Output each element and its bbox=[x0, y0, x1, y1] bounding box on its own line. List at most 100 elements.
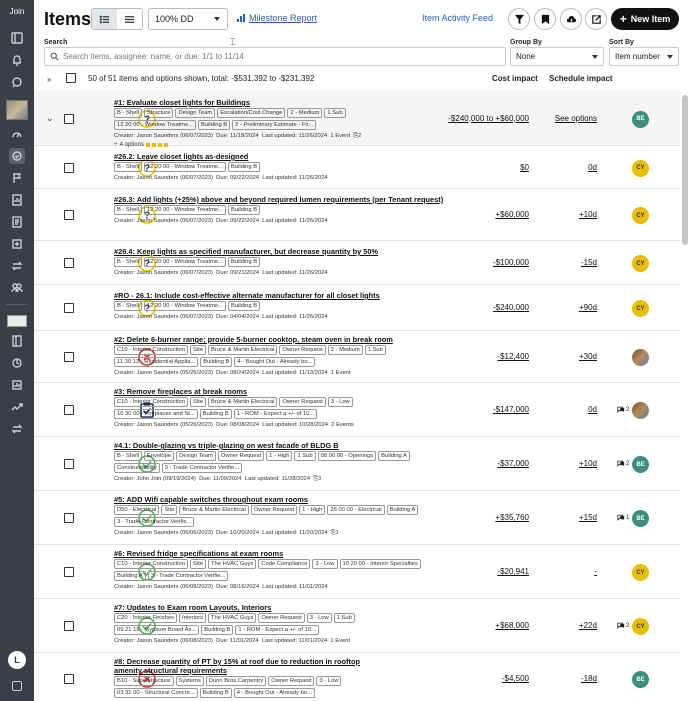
help-icon[interactable] bbox=[12, 681, 22, 691]
item-row[interactable]: #7: Updates to Exam room Layouts, Interi… bbox=[34, 599, 680, 653]
item-tag[interactable]: Building B bbox=[201, 625, 234, 635]
item-tag[interactable]: 1 Sub bbox=[294, 451, 316, 461]
item-tag[interactable]: Building A bbox=[114, 571, 146, 581]
item-tag[interactable]: Interiors bbox=[179, 613, 206, 623]
cost-impact-value[interactable]: -$12,400 bbox=[497, 352, 529, 361]
documents-icon[interactable] bbox=[9, 214, 25, 230]
item-title-link[interactable]: #7: Updates to Exam room Layouts, Interi… bbox=[114, 603, 271, 612]
transfer-icon[interactable] bbox=[9, 258, 25, 274]
item-tag[interactable]: B - Shell bbox=[114, 162, 142, 172]
item-tag[interactable]: B10 - Superstructure bbox=[114, 676, 174, 686]
item-tag[interactable]: Building B bbox=[200, 357, 233, 367]
schedule-impact-value[interactable]: 0d bbox=[588, 163, 597, 172]
cost-impact-value[interactable]: -$20,941 bbox=[497, 567, 529, 576]
item-tag[interactable]: C10 - Interior Construction bbox=[114, 397, 188, 407]
cost-impact-value[interactable]: -$37,000 bbox=[497, 459, 529, 468]
schedule-impact-value[interactable]: +22d bbox=[579, 621, 597, 630]
cost-impact-value[interactable]: -$147,000 bbox=[493, 405, 529, 414]
item-tag[interactable]: 12 20 00 - Window Treatme... bbox=[143, 162, 226, 172]
item-tag[interactable]: 3 - Low bbox=[312, 559, 338, 569]
comments-indicator[interactable]: 1 bbox=[617, 514, 629, 521]
item-title-link[interactable]: #26.4: Keep lights as specified manufact… bbox=[114, 247, 378, 256]
item-attachments-count[interactable]: 2 bbox=[358, 133, 361, 139]
row-checkbox[interactable] bbox=[64, 352, 74, 362]
assignee-avatar[interactable]: CY bbox=[632, 618, 649, 635]
incorporated-status-icon[interactable] bbox=[86, 401, 154, 419]
item-title-link[interactable]: #4.1: Double-glazing vs triple-glazing o… bbox=[114, 441, 339, 450]
list-scrollbar[interactable] bbox=[682, 95, 688, 245]
item-tag[interactable]: 1 - High bbox=[299, 505, 326, 515]
assignee-avatar[interactable]: BE bbox=[632, 510, 649, 527]
trend-icon[interactable] bbox=[9, 399, 25, 415]
item-title-link[interactable]: #RO - 26.1: Include cost-effective alter… bbox=[114, 291, 380, 300]
item-tag[interactable]: Building A bbox=[378, 451, 410, 461]
row-checkbox[interactable] bbox=[64, 405, 74, 415]
item-tag[interactable]: B - Shell bbox=[114, 257, 142, 267]
item-tag[interactable]: Bruce & Martin Electrical bbox=[207, 397, 278, 407]
assignee-avatar[interactable] bbox=[632, 349, 649, 366]
item-tag[interactable]: Building A bbox=[386, 505, 419, 515]
list-view-icon[interactable] bbox=[92, 9, 117, 29]
row-checkbox[interactable] bbox=[64, 674, 74, 684]
filter-button[interactable] bbox=[508, 8, 530, 30]
comments-indicator[interactable]: 2 bbox=[617, 622, 629, 629]
assignee-avatar[interactable]: CY bbox=[632, 564, 649, 581]
reports-icon[interactable] bbox=[9, 192, 25, 208]
schedule-impact-value[interactable]: See options bbox=[555, 114, 597, 123]
item-tag[interactable]: B - Shell bbox=[114, 205, 142, 215]
search-input[interactable]: Search items, assignee: name, or due: 1/… bbox=[44, 47, 506, 66]
cost-impact-value[interactable]: -$4,500 bbox=[502, 674, 529, 683]
cost-impact-value[interactable]: $0 bbox=[520, 163, 529, 172]
item-tag[interactable]: 1 Sub bbox=[364, 345, 386, 355]
item-row[interactable]: #6: Revised fridge specifications at exa… bbox=[34, 545, 680, 599]
schedule-impact-value[interactable]: - bbox=[594, 567, 597, 576]
item-tag[interactable]: Owner Request bbox=[279, 397, 326, 407]
row-checkbox[interactable] bbox=[64, 621, 74, 631]
assignee-avatar[interactable]: CY bbox=[632, 300, 649, 317]
item-tag[interactable]: 1 - ROM - Expect a +/- of 10... bbox=[233, 409, 318, 419]
item-tag[interactable]: Site bbox=[161, 505, 178, 515]
item-title-link[interactable]: #1: Evaluate closet lights for Buildings bbox=[114, 98, 250, 107]
item-tag[interactable]: Bruce & Martin Electrical bbox=[207, 345, 278, 355]
item-tag[interactable]: C10 - Interior Construction bbox=[114, 345, 188, 355]
schedule-impact-value[interactable]: +30d bbox=[579, 352, 597, 361]
item-tag[interactable]: 1 - High bbox=[266, 451, 293, 461]
cost-impact-value[interactable]: +$60,000 bbox=[495, 210, 529, 219]
item-row[interactable]: #5: ADD Wifi capable switches throughout… bbox=[34, 491, 680, 545]
cost-impact-value[interactable]: -$240,000 bbox=[493, 303, 529, 312]
rejected-status-icon[interactable] bbox=[86, 670, 156, 688]
team-icon[interactable] bbox=[9, 280, 25, 296]
item-tag[interactable]: 3 - Low bbox=[316, 676, 342, 686]
pending-status-icon[interactable]: ? bbox=[86, 254, 156, 272]
item-title-link[interactable]: #26.3: Add lights (+25%) above and beyon… bbox=[114, 195, 443, 204]
item-tag[interactable]: 10 20 00 - Interior Specialties bbox=[339, 559, 421, 569]
item-tag[interactable]: Building B bbox=[227, 301, 261, 311]
insights-icon[interactable] bbox=[9, 377, 25, 393]
pending-status-icon[interactable]: ? bbox=[86, 109, 156, 128]
row-checkbox[interactable] bbox=[64, 258, 74, 268]
project-thumbnail[interactable] bbox=[6, 100, 28, 120]
item-row[interactable]: ? #26.2: Leave closet lights as-designed B… bbox=[34, 146, 680, 189]
item-tag[interactable]: 1 - ROM - Expect a +/- of 10... bbox=[235, 625, 319, 635]
group-by-select[interactable]: None bbox=[510, 47, 604, 66]
dashboard-icon[interactable] bbox=[9, 126, 25, 142]
item-tag[interactable]: 3 - Low bbox=[327, 397, 353, 407]
select-all-checkbox[interactable] bbox=[66, 73, 76, 83]
accepted-status-icon[interactable] bbox=[86, 509, 156, 527]
milestone-report-link[interactable]: Milestone Report bbox=[237, 13, 317, 23]
item-tag[interactable]: 03 31 00 - Structural Concre... bbox=[114, 688, 198, 698]
expand-options-chevron-icon[interactable]: ⌄ bbox=[46, 113, 54, 124]
item-tag[interactable]: Building B bbox=[198, 120, 231, 130]
bookmark-button[interactable] bbox=[534, 8, 556, 30]
item-tag[interactable]: Systems bbox=[175, 676, 204, 686]
item-tag[interactable]: Envelope bbox=[143, 451, 175, 461]
schedule-impact-header[interactable]: Schedule impact bbox=[549, 74, 613, 83]
item-row[interactable]: #3: Remove fireplaces at break rooms C10 … bbox=[34, 383, 680, 437]
user-avatar[interactable]: L bbox=[8, 651, 26, 669]
item-title-link[interactable]: #5: ADD Wifi capable switches throughout… bbox=[114, 495, 308, 504]
item-tag[interactable]: 08 00 00 - Openings bbox=[317, 451, 377, 461]
item-tag[interactable]: 12 20 00 - Window Treatme... bbox=[143, 301, 226, 311]
item-tag[interactable]: 26 00 00 - Electrical bbox=[327, 505, 385, 515]
item-tag[interactable]: 12 20 00 - Window Treatme... bbox=[143, 257, 226, 267]
accepted-status-icon[interactable] bbox=[86, 455, 156, 473]
